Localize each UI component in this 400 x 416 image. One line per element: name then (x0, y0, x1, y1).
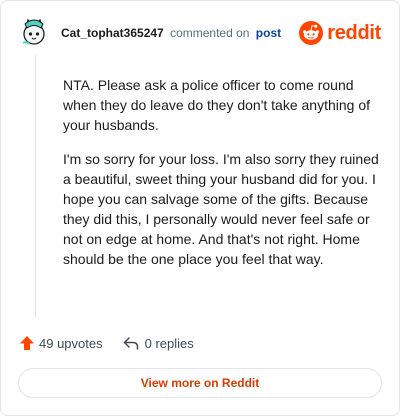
upvote-arrow-icon (20, 336, 34, 350)
reddit-brand[interactable]: reddit (299, 20, 381, 46)
author-username[interactable]: Cat_tophat365247 (61, 26, 164, 40)
comment-card: Cat_tophat365247 commented on post reddi… (0, 0, 400, 416)
upvote-count: 49 upvotes (39, 335, 103, 351)
comment-actions: 49 upvotes 0 replies (19, 333, 194, 353)
post-link[interactable]: post (256, 26, 281, 40)
commented-on-label: commented on (170, 26, 250, 40)
author-line: Cat_tophat365247 commented on post (61, 26, 281, 40)
upvote-button[interactable]: 49 upvotes (19, 335, 103, 351)
comment-paragraph: NTA. Please ask a police officer to come… (63, 77, 371, 133)
reply-arrow-icon (123, 337, 138, 350)
reply-count: 0 replies (144, 335, 194, 351)
cat-avatar-icon[interactable] (17, 15, 51, 49)
view-more-button[interactable]: View more on Reddit (18, 368, 382, 398)
comment-body: NTA. Please ask a police officer to come… (63, 75, 381, 283)
replies-button[interactable]: 0 replies (123, 335, 194, 351)
reddit-wordmark: reddit (327, 21, 381, 44)
reddit-logo-icon (299, 21, 324, 45)
comment-header: Cat_tophat365247 commented on post reddi… (17, 15, 385, 51)
thread-line[interactable] (35, 55, 36, 318)
comment-paragraph: I'm so sorry for your loss. I'm also sor… (63, 151, 379, 267)
